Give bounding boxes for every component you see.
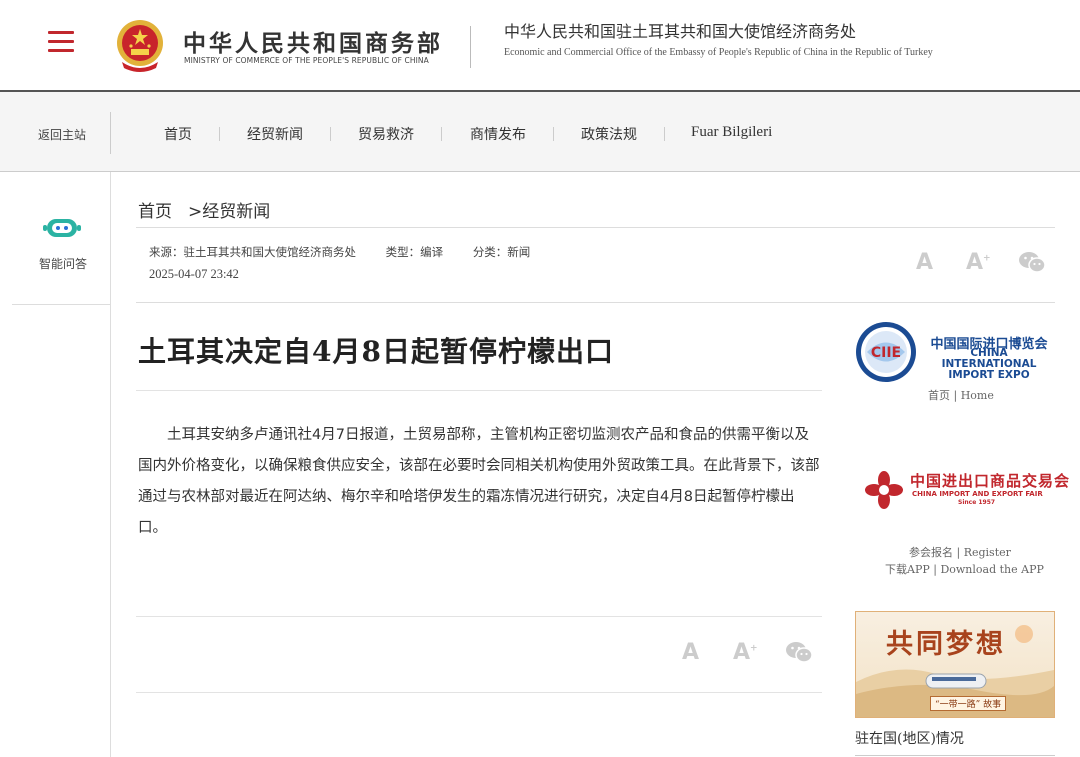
font-size-small-button[interactable]: A [916, 250, 933, 275]
nav-item-home[interactable]: 首页 [164, 124, 192, 144]
office-name-en: Economic and Commercial Office of the Em… [504, 47, 933, 58]
belt-and-road-banner[interactable]: 共同梦想 “一带一路” 故事 [855, 611, 1055, 718]
nav-item-trade-news[interactable]: 经贸新闻 [247, 124, 303, 144]
breadcrumb-home-link[interactable]: 首页 [138, 202, 172, 222]
title-divider [136, 390, 822, 391]
nav-separator [553, 127, 554, 141]
nav-item-policies[interactable]: 政策法规 [581, 124, 637, 144]
nav-separator [219, 127, 220, 141]
nav-divider [110, 112, 111, 154]
article-meta: 来源：驻土耳其共和国大使馆经济商务处 类型：编译 分类：新闻 [149, 244, 556, 260]
ministry-name-en: MINISTRY OF COMMERCE OF THE PEOPLE'S REP… [184, 56, 429, 65]
canton-fair-logo-icon[interactable] [864, 470, 904, 510]
left-column-separator [12, 304, 110, 305]
nav-item-business-info[interactable]: 商情发布 [470, 124, 526, 144]
meta-divider [136, 302, 1055, 303]
ciie-logo[interactable]: CIIE [855, 321, 917, 383]
ciie-name-en: CHINA INTERNATIONAL IMPORT EXPO [924, 348, 1054, 381]
canton-fair-name-en: CHINA IMPORT AND EXPORT FAIR [912, 490, 1043, 498]
hamburger-menu-icon[interactable] [48, 31, 74, 53]
banner-title: 共同梦想 [886, 629, 1006, 660]
host-country-info-link[interactable]: 驻在国(地区)情况 [855, 728, 964, 748]
font-size-large-label: A [966, 250, 984, 275]
font-size-large-button-bottom[interactable]: A+ [733, 640, 758, 665]
article-type: 类型：编译 [385, 245, 444, 259]
ciie-logo-text: CIIE [871, 345, 901, 361]
site-header: 中华人民共和国商务部 MINISTRY OF COMMERCE OF THE P… [0, 0, 1080, 90]
banner-tag: “一带一路” 故事 [930, 696, 1007, 711]
chatbot-icon[interactable] [43, 214, 81, 242]
font-size-large-button[interactable]: A+ [966, 250, 991, 275]
breadcrumb-divider [136, 227, 1055, 228]
breadcrumb-trade-news-link[interactable]: 经贸新闻 [202, 202, 270, 222]
nav-separator [664, 127, 665, 141]
font-size-small-button-bottom[interactable]: A [682, 640, 699, 665]
smart-qa-label[interactable]: 智能问答 [39, 255, 87, 272]
ciie-name-en-line: CHINA INTERNATIONAL [941, 347, 1037, 370]
office-name-cn: 中华人民共和国驻土耳其共和国大使馆经济商务处 [504, 22, 857, 41]
sidebar-divider [855, 755, 1055, 756]
wechat-share-icon[interactable] [1018, 250, 1046, 278]
left-column-divider [110, 172, 111, 757]
article-date: 2025-04-07 23:42 [149, 267, 239, 281]
breadcrumb: 首页 >经贸新闻 [138, 197, 270, 222]
article-footer-divider [136, 692, 822, 693]
nav-separator [441, 127, 442, 141]
wechat-share-icon-bottom[interactable] [785, 640, 813, 668]
font-size-large-label: A [733, 640, 751, 665]
article-end-divider [136, 616, 822, 617]
nav-item-fuar-bilgileri[interactable]: Fuar Bilgileri [691, 124, 772, 141]
ciie-home-link[interactable]: 首页 | Home [928, 387, 994, 403]
canton-register-link[interactable]: 参会报名 | Register [909, 544, 1011, 560]
breadcrumb-separator: > [188, 202, 203, 222]
header-divider [470, 26, 471, 68]
canton-download-app-link[interactable]: 下载APP | Download the APP [885, 561, 1044, 577]
canton-fair-name-cn: 中国进出口商品交易会 [910, 472, 1071, 490]
main-nav: 返回主站 首页 经贸新闻 贸易救济 商情发布 政策法规 Fuar Bilgile… [0, 90, 1080, 172]
article-body: 土耳其安纳多卢通讯社4月7日报道，土贸易部称，主管机构正密切监测农产品和食品的供… [138, 427, 820, 536]
nav-item-trade-remedy[interactable]: 贸易救济 [358, 124, 414, 144]
national-emblem-icon [114, 18, 166, 72]
nav-separator [330, 127, 331, 141]
back-to-main-site-link[interactable]: 返回主站 [38, 126, 86, 143]
ministry-name-cn: 中华人民共和国商务部 [183, 31, 443, 57]
article-source: 来源：驻土耳其共和国大使馆经济商务处 [149, 245, 356, 259]
article-title: 土耳其决定自4月8日起暂停柠檬出口 [138, 335, 614, 368]
canton-fair-since: Since 1957 [958, 499, 996, 506]
article-category: 分类：新闻 [472, 245, 531, 259]
ciie-name-en-line: IMPORT EXPO [948, 369, 1030, 381]
